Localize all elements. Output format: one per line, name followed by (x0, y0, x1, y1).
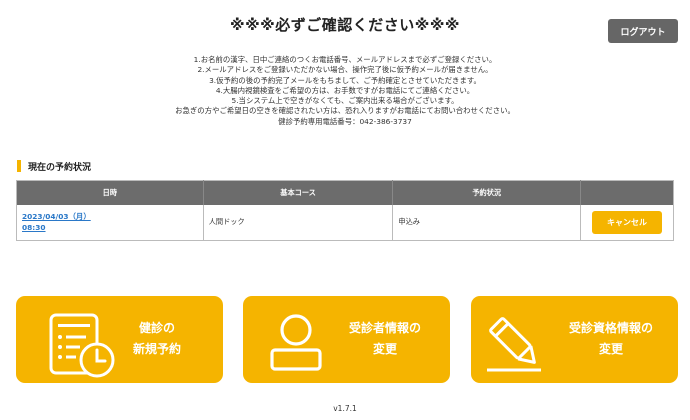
cell-action: キャンセル (581, 205, 674, 241)
tile-label[interactable]: 健診の 新規予約 (122, 318, 192, 360)
table-header-row: 日時 基本コース 予約状況 (16, 180, 674, 205)
version-label: v1.7.1 (333, 404, 357, 413)
table-row: 2023/04/03（月） 08:30 人間ドック 申込み キャンセル (16, 204, 674, 241)
section-title: 現在の予約状況 (28, 162, 92, 173)
reservation-time[interactable]: 08:30 (22, 223, 46, 232)
pencil-icon (487, 317, 541, 372)
section-accent-bar (17, 160, 21, 172)
notice-block: 1.お名前の漢字、日中ご連絡のつくお電話番号、メールアドレスまで必ずご登録くださ… (0, 55, 690, 127)
tile-label-line2[interactable]: 変更 (551, 339, 671, 360)
cancel-button[interactable]: キャンセル (592, 210, 662, 234)
notice-phone: 健診予約専用電話番号：042-386-3737 (278, 116, 412, 126)
column-header-action (580, 180, 674, 205)
tile-label-line1[interactable]: 受診者情報の (335, 318, 435, 339)
reservation-section-heading: 現在の予約状況 (17, 160, 92, 173)
notice-line: お急ぎの方やご希望日の空きを確認されたい方は、恐れ入りますがお電話にてお問い合わ… (175, 106, 515, 116)
notice-line: 2.メールアドレスをご登録いただかない場合、操作完了後に仮予約メールが届きません… (197, 65, 493, 75)
column-header-course: 基本コース (203, 180, 394, 205)
column-header-status: 予約状況 (392, 180, 582, 205)
tile-label[interactable]: 受診者情報の 変更 (335, 318, 435, 360)
person-icon (270, 314, 322, 371)
notice-line: 5.当システム上で空きがなくても、ご案内出来る場合がございます。 (231, 96, 459, 106)
cell-datetime: 2023/04/03（月） 08:30 (16, 204, 204, 241)
notice-line: 3.仮予約の後の予約完了メールをもちまして、ご予約確定とさせていただきます。 (209, 75, 481, 85)
reservation-date[interactable]: 2023/04/03（月） (22, 212, 91, 221)
tile-label-line1[interactable]: 受診資格情報の (551, 318, 671, 339)
logout-button[interactable]: ログアウト (608, 19, 678, 43)
reservation-date-link[interactable]: 2023/04/03（月） 08:30 (22, 211, 203, 233)
notice-line: 4.大腸内視鏡検査をご希望の方は、お手数ですがお電話にてご連絡ください。 (215, 85, 475, 95)
notice-line: 1.お名前の漢字、日中ご連絡のつくお電話番号、メールアドレスまで必ずご登録くださ… (193, 55, 497, 64)
clipboard-clock-icon (49, 313, 115, 378)
column-header-datetime: 日時 (16, 180, 204, 205)
new-checkup-reservation-tile[interactable]: 健診の 新規予約 (16, 296, 223, 383)
tile-label-line2[interactable]: 新規予約 (122, 339, 192, 360)
page-title: ※※※必ずご確認ください※※※ (230, 16, 460, 34)
reservation-table: 日時 基本コース 予約状況 2023/04/03（月） 08:30 人間ドック … (16, 180, 674, 241)
tile-label-line1[interactable]: 健診の (122, 318, 192, 339)
cell-status: 申込み (392, 204, 582, 241)
patient-info-change-tile[interactable]: 受診者情報の 変更 (243, 296, 450, 383)
tile-label-line2[interactable]: 変更 (335, 339, 435, 360)
eligibility-info-change-tile[interactable]: 受診資格情報の 変更 (471, 296, 678, 383)
tile-label[interactable]: 受診資格情報の 変更 (551, 318, 671, 360)
cell-course: 人間ドック (203, 204, 394, 241)
